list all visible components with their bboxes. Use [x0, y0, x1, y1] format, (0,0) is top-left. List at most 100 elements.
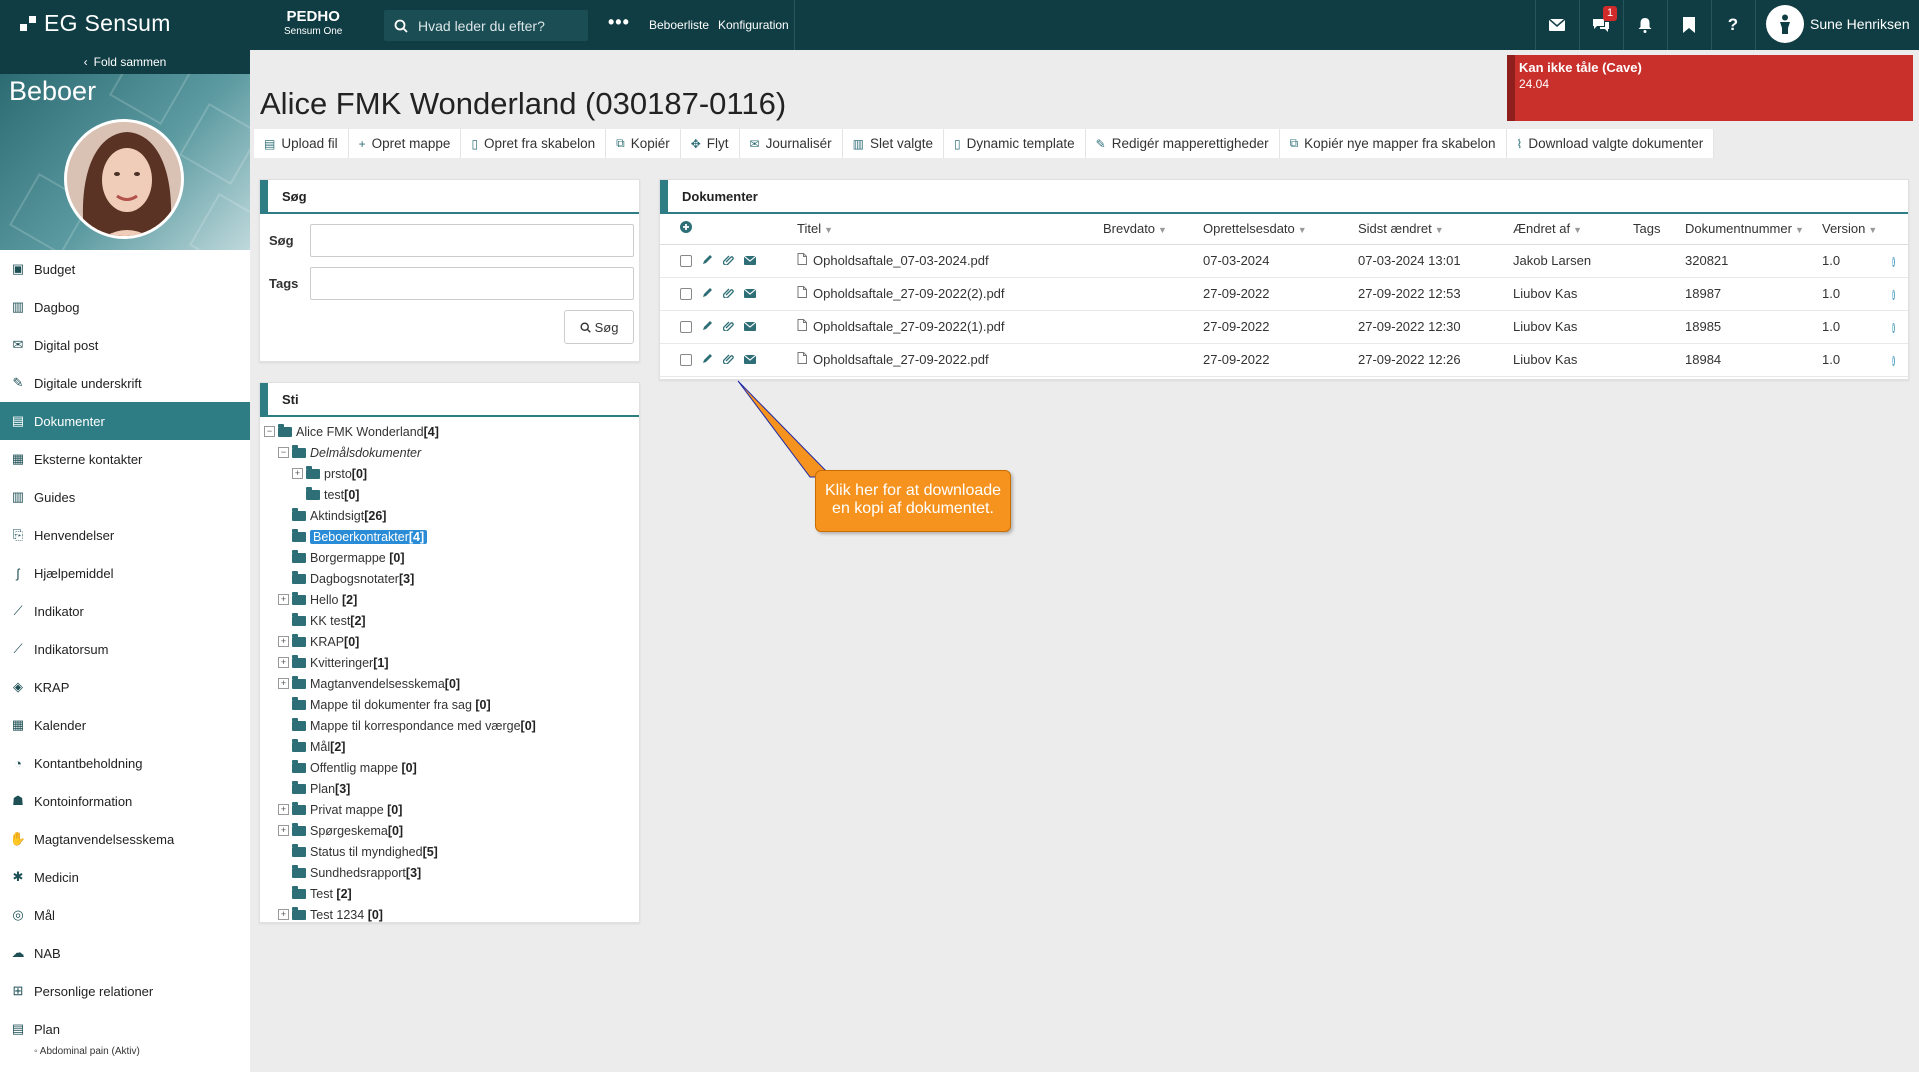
paperclip-icon[interactable]: [722, 352, 734, 367]
tree-node-text[interactable]: Test [2]: [310, 887, 352, 901]
sidebar-item-personlige-relationer[interactable]: ⊞ Personlige relationer: [0, 972, 250, 1010]
sidebar-item-krap[interactable]: ◈ KRAP: [0, 668, 250, 706]
expand-icon[interactable]: +: [292, 468, 303, 479]
expand-icon[interactable]: +: [278, 678, 289, 689]
fold-button[interactable]: ‹ Fold sammen: [0, 50, 250, 74]
col-aendret-af[interactable]: Ændret af ▼: [1509, 214, 1629, 245]
tree-node[interactable]: + KRAP[0]: [264, 631, 639, 652]
toolbar-download-valgte-dokumenter-button[interactable]: ⌇ Download valgte dokumenter: [1507, 129, 1715, 158]
sidebar-item-dagbog[interactable]: ▥ Dagbog: [0, 288, 250, 326]
tree-node[interactable]: Beboerkontrakter[4]: [264, 526, 639, 547]
tree-node[interactable]: Status til myndighed[5]: [264, 841, 639, 862]
expand-icon[interactable]: +: [278, 909, 289, 920]
toolbar-opret-fra-skabelon-button[interactable]: ▯ Opret fra skabelon: [461, 129, 607, 158]
tree-node[interactable]: + Test 1234 [0]: [264, 904, 639, 925]
info-icon[interactable]: i: [1892, 257, 1895, 267]
tree-node[interactable]: Mappe til dokumenter fra sag [0]: [264, 694, 639, 715]
col-tags[interactable]: Tags: [1629, 214, 1681, 245]
tree-node[interactable]: − Alice FMK Wonderland[4]: [264, 421, 639, 442]
sidebar-item-magtanvendelsesskema[interactable]: ✋ Magtanvendelsesskema: [0, 820, 250, 858]
tree-node[interactable]: Dagbogsnotater[3]: [264, 568, 639, 589]
table-row[interactable]: Opholdsaftale_07-03-2024.pdf 07-03-2024 07…: [660, 244, 1908, 278]
sidebar-item-hjælpemiddel[interactable]: ʃ Hjælpemiddel: [0, 554, 250, 592]
plan-sub-item[interactable]: ◦ Abdominal pain (Aktiv): [0, 1046, 250, 1057]
edit-icon[interactable]: [702, 253, 713, 268]
help-icon[interactable]: ?: [1711, 0, 1755, 50]
sidebar-item-kalender[interactable]: ▦ Kalender: [0, 706, 250, 744]
paperclip-icon[interactable]: [722, 319, 734, 334]
add-circle-icon[interactable]: [680, 221, 692, 234]
envelope-icon[interactable]: [743, 253, 757, 268]
edit-icon[interactable]: [702, 286, 713, 301]
sidebar-item-guides[interactable]: ▥ Guides: [0, 478, 250, 516]
doc-title[interactable]: Opholdsaftale_27-09-2022(1).pdf: [813, 319, 1005, 334]
expand-icon[interactable]: +: [278, 804, 289, 815]
sidebar-item-medicin[interactable]: ✱ Medicin: [0, 858, 250, 896]
tree-node[interactable]: Sundhedsrapport[3]: [264, 862, 639, 883]
paperclip-icon[interactable]: [722, 286, 734, 301]
edit-icon[interactable]: [702, 319, 713, 334]
tree-node[interactable]: + Kvitteringer[1]: [264, 652, 639, 673]
tree-node[interactable]: Mål[2]: [264, 736, 639, 757]
global-search[interactable]: [384, 10, 588, 41]
toolbar-flyt-button[interactable]: ✥ Flyt: [681, 129, 740, 158]
tree-node-text[interactable]: Beboerkontrakter[4]: [310, 529, 428, 544]
expand-icon[interactable]: +: [278, 594, 289, 605]
sidebar-item-dokumenter[interactable]: ▤ Dokumenter: [0, 402, 250, 440]
tree-node[interactable]: Aktindsigt[26]: [264, 505, 639, 526]
col-dokumentnummer[interactable]: Dokumentnummer ▼: [1681, 214, 1818, 245]
sidebar-item-kontoinformation[interactable]: ☗ Kontoinformation: [0, 782, 250, 820]
doc-title-cell[interactable]: Opholdsaftale_07-03-2024.pdf: [793, 244, 1099, 278]
info-icon[interactable]: i: [1892, 323, 1895, 333]
tree-node-text[interactable]: Alice FMK Wonderland[4]: [296, 425, 439, 439]
sidebar-item-eksterne-kontakter[interactable]: ▦ Eksterne kontakter: [0, 440, 250, 478]
more-icon[interactable]: •••: [608, 12, 630, 33]
toolbar-kopi-r-nye-mapper-fra-skabelon-button[interactable]: ⧉ Kopiér nye mapper fra skabelon: [1280, 129, 1507, 158]
tree-node-text[interactable]: KK test[2]: [310, 614, 366, 628]
search-input[interactable]: [418, 17, 578, 34]
row-checkbox[interactable]: [680, 254, 692, 267]
envelope-icon[interactable]: [743, 286, 757, 301]
doc-title[interactable]: Opholdsaftale_07-03-2024.pdf: [813, 253, 989, 268]
bookmarks-button[interactable]: [1667, 0, 1711, 50]
sidebar-item-budget[interactable]: ▣ Budget: [0, 250, 250, 288]
info-icon[interactable]: i: [1892, 290, 1895, 300]
sidebar-item-kontantbeholdning[interactable]: ◔ Kontantbeholdning: [0, 744, 250, 782]
expand-icon[interactable]: +: [278, 825, 289, 836]
tree-node[interactable]: test[0]: [264, 484, 639, 505]
envelope-icon[interactable]: [743, 319, 757, 334]
doc-title[interactable]: Opholdsaftale_27-09-2022(2).pdf: [813, 286, 1005, 301]
tree-node[interactable]: KK test[2]: [264, 610, 639, 631]
doc-title-cell[interactable]: Opholdsaftale_27-09-2022.pdf: [793, 343, 1099, 377]
tree-node-text[interactable]: Mappe til korrespondance med værge[0]: [310, 719, 536, 733]
tree-node-text[interactable]: Offentlig mappe [0]: [310, 761, 417, 775]
col-version[interactable]: Version ▼: [1818, 214, 1888, 245]
paperclip-icon[interactable]: [722, 253, 734, 268]
expand-icon[interactable]: +: [278, 636, 289, 647]
notifications-button[interactable]: [1623, 0, 1667, 50]
toolbar-kopi-r-button[interactable]: ⧉ Kopiér: [606, 129, 681, 158]
messages-button[interactable]: 1: [1579, 0, 1623, 50]
tree-node-text[interactable]: test[0]: [324, 488, 359, 502]
tree-node-text[interactable]: Spørgeskema[0]: [310, 824, 403, 838]
tree-node-text[interactable]: KRAP[0]: [310, 635, 359, 649]
tree-node-text[interactable]: Borgermappe [0]: [310, 551, 405, 565]
tree-node-text[interactable]: Hello [2]: [310, 593, 357, 607]
tree-node-text[interactable]: Plan[3]: [310, 782, 350, 796]
sidebar-item-indikatorsum[interactable]: ⟋ Indikatorsum: [0, 630, 250, 668]
tree-node-text[interactable]: Mappe til dokumenter fra sag [0]: [310, 698, 491, 712]
envelope-icon[interactable]: [743, 352, 757, 367]
tree-node-text[interactable]: Sundhedsrapport[3]: [310, 866, 421, 880]
sidebar-item-indikator[interactable]: ⟋ Indikator: [0, 592, 250, 630]
row-checkbox[interactable]: [680, 287, 692, 300]
expand-icon[interactable]: +: [278, 657, 289, 668]
col-oprettelsesdato[interactable]: Oprettelsesdato ▼: [1199, 214, 1354, 245]
toolbar-dynamic-template-button[interactable]: ▯ Dynamic template: [944, 129, 1086, 158]
sidebar-item-digital-post[interactable]: ✉ Digital post: [0, 326, 250, 364]
cave-alert[interactable]: Kan ikke tåle (Cave) 24.04: [1507, 55, 1913, 121]
nav-beboerliste[interactable]: Beboerliste: [649, 18, 709, 32]
doc-title[interactable]: Opholdsaftale_27-09-2022.pdf: [813, 352, 989, 367]
table-row[interactable]: Opholdsaftale_27-09-2022(1).pdf 27-09-202…: [660, 310, 1908, 344]
tree-node[interactable]: + Hello [2]: [264, 589, 639, 610]
toolbar-redig-r-mapperettigheder-button[interactable]: ✎ Redigér mapperettigheder: [1086, 129, 1280, 158]
